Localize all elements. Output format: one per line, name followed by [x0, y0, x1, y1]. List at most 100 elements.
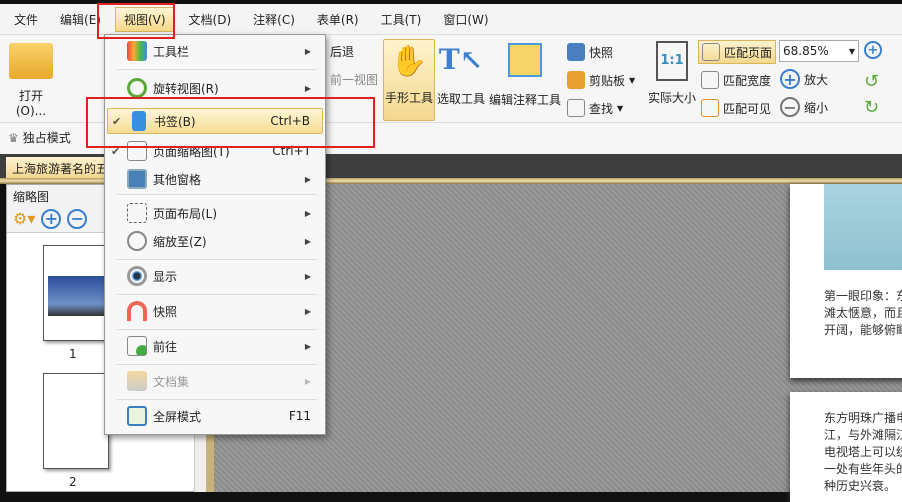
page-text-line: 一处有些年头的 [824, 462, 902, 476]
zoom-in-label: 放大 [804, 72, 829, 87]
fit-width-icon [701, 71, 719, 89]
menu-separator [117, 69, 317, 70]
rotate-left-button[interactable]: ↺ [864, 71, 879, 92]
submenu-arrow-icon: ▶ [304, 376, 311, 386]
chevron-down-icon: ▼ [848, 46, 855, 56]
toolbar-icon [127, 41, 147, 61]
edit-annotation-tool-button[interactable]: 编辑注释工具 [488, 39, 562, 108]
menu-item-page-layout[interactable]: 页面布局(L) ▶ [107, 200, 323, 226]
prev-view-button[interactable]: 前一视图 [330, 71, 378, 88]
view-menu-dropdown: 工具栏 ▶ 旋转视图(R) ▶ ✔ 书签(B) Ctrl+B ✔ 页面缩略图(T) Ctrl… [104, 34, 326, 435]
camera-icon [567, 43, 585, 61]
shrink-thumbnail-button[interactable]: − [67, 208, 88, 229]
snapshot-button[interactable]: 快照 [567, 43, 613, 61]
menu-item-zoom-to[interactable]: 缩放至(Z) ▶ [107, 228, 323, 254]
menu-item-toolbar[interactable]: 工具栏 ▶ [107, 38, 323, 64]
menu-item-go-to[interactable]: 前往 ▶ [107, 333, 323, 359]
submenu-arrow-icon: ▶ [304, 306, 311, 316]
menu-separator [117, 294, 317, 295]
back-label: 后退 [330, 45, 355, 59]
menu-separator [117, 194, 317, 195]
menu-separator [117, 259, 317, 260]
rotate-icon [127, 78, 147, 98]
page-text-line: 种历史兴衰。 [824, 479, 897, 493]
submenu-arrow-icon: ▶ [304, 341, 311, 351]
crown-icon: ♛ [8, 130, 19, 145]
find-button[interactable]: 查找 ▼ [567, 99, 623, 117]
go-to-icon [127, 336, 147, 356]
rotate-right-button[interactable]: ↻ [864, 97, 879, 118]
zoom-magnifier-icon: + [864, 41, 882, 59]
magnifier-icon [127, 231, 147, 251]
annotation-icon [508, 43, 542, 77]
find-icon [567, 99, 585, 117]
eye-icon [127, 266, 147, 286]
text-select-icon: T↖ [438, 43, 484, 76]
document-page-1: 第一眼印象：东 滩太惬意，而且 开阔，能够俯瞰 [790, 184, 902, 378]
page-photo [824, 184, 902, 270]
menu-document[interactable]: 文档(D) [181, 8, 240, 31]
zoom-value: 68.85% [783, 44, 829, 58]
menu-item-label: 工具栏 [153, 44, 190, 59]
menu-separator [117, 329, 317, 330]
submenu-arrow-icon: ▶ [304, 208, 311, 218]
page-layout-icon [127, 203, 147, 223]
briefcase-icon [127, 371, 147, 391]
clipboard-button[interactable]: 剪贴板 ▼ [567, 71, 635, 89]
fit-width-button[interactable]: 匹配宽度 [701, 71, 771, 89]
back-button[interactable]: 后退 [330, 43, 354, 60]
fit-page-button[interactable]: 匹配页面 [698, 40, 777, 64]
actual-size-button[interactable]: 1:1 实际大小 [646, 41, 698, 106]
menu-item-label: 快照 [153, 304, 178, 319]
page-text-line: 东方明珠广播电 [824, 411, 902, 425]
menu-comment[interactable]: 注释(C) [245, 8, 303, 31]
zoom-out-button[interactable]: − 缩小 [780, 97, 828, 117]
zoom-in-button[interactable]: + 放大 [780, 69, 828, 89]
open-button[interactable]: 打开(O)... [6, 43, 56, 118]
actual-size-icon: 1:1 [656, 41, 688, 81]
document-tab[interactable]: 上海旅游著名的五 [6, 157, 106, 178]
select-tool-label: 选取工具 [436, 92, 485, 106]
page-text-line: 开阔，能够俯瞰 [824, 323, 902, 337]
thumbnail-page-1[interactable] [43, 245, 110, 341]
zoom-combobox[interactable]: 68.85% ▼ [779, 40, 859, 62]
enlarge-thumbnail-button[interactable]: + [41, 208, 62, 229]
menu-item-label: 其他窗格 [153, 172, 202, 187]
snapshot-magnet-icon [127, 301, 147, 321]
menu-item-label: 全屏模式 [153, 409, 202, 424]
hand-icon: ✋ [390, 44, 428, 79]
menu-item-snapshot[interactable]: 快照 ▶ [107, 298, 323, 324]
highlight-box-view-menu [97, 3, 175, 39]
thumbnail-page-2[interactable] [43, 373, 109, 469]
page-text-line: 滩太惬意，而且 [824, 306, 902, 320]
exclusive-mode-button[interactable]: ♛ 独占模式 [8, 129, 71, 146]
prev-view-label: 前一视图 [330, 73, 379, 87]
submenu-arrow-icon: ▶ [304, 174, 311, 184]
menu-tools[interactable]: 工具(T) [373, 8, 430, 31]
menu-item-label: 旋转视图(R) [153, 81, 219, 96]
skyline-image [48, 276, 110, 316]
hand-tool-button[interactable]: ✋ 手形工具 [383, 39, 435, 121]
thumbnail-page-number: 2 [69, 475, 77, 489]
submenu-arrow-icon: ▶ [304, 83, 311, 93]
rotate-left-icon: ↺ [864, 71, 880, 92]
gear-icon[interactable]: ⚙▾ [13, 209, 35, 228]
zoom-tool-button[interactable]: + [864, 41, 882, 59]
menu-form[interactable]: 表单(R) [309, 8, 367, 31]
menu-item-full-screen[interactable]: 全屏模式 F11 [107, 403, 323, 429]
clipboard-icon [567, 71, 585, 89]
page-text-line: 江，与外滩隔江 [824, 428, 902, 442]
open-label: 打开(O)... [15, 89, 47, 118]
menu-item-display[interactable]: 显示 ▶ [107, 263, 323, 289]
menu-separator [117, 399, 317, 400]
menu-window[interactable]: 窗口(W) [435, 8, 496, 31]
fit-visible-button[interactable]: 匹配可见 [701, 99, 771, 117]
menu-item-shortcut: F11 [288, 409, 311, 423]
submenu-arrow-icon: ▶ [304, 271, 311, 281]
submenu-arrow-icon: ▶ [304, 236, 311, 246]
zoom-out-label: 缩小 [804, 100, 829, 115]
menu-item-other-panes[interactable]: 其他窗格 ▶ [107, 166, 323, 192]
document-page-2: 东方明珠广播电 江，与外滩隔江 电视塔上可以统 一处有些年头的 种历史兴衰。 [790, 392, 902, 502]
menu-file[interactable]: 文件 [6, 8, 46, 31]
select-tool-button[interactable]: T↖ 选取工具 [436, 39, 486, 107]
